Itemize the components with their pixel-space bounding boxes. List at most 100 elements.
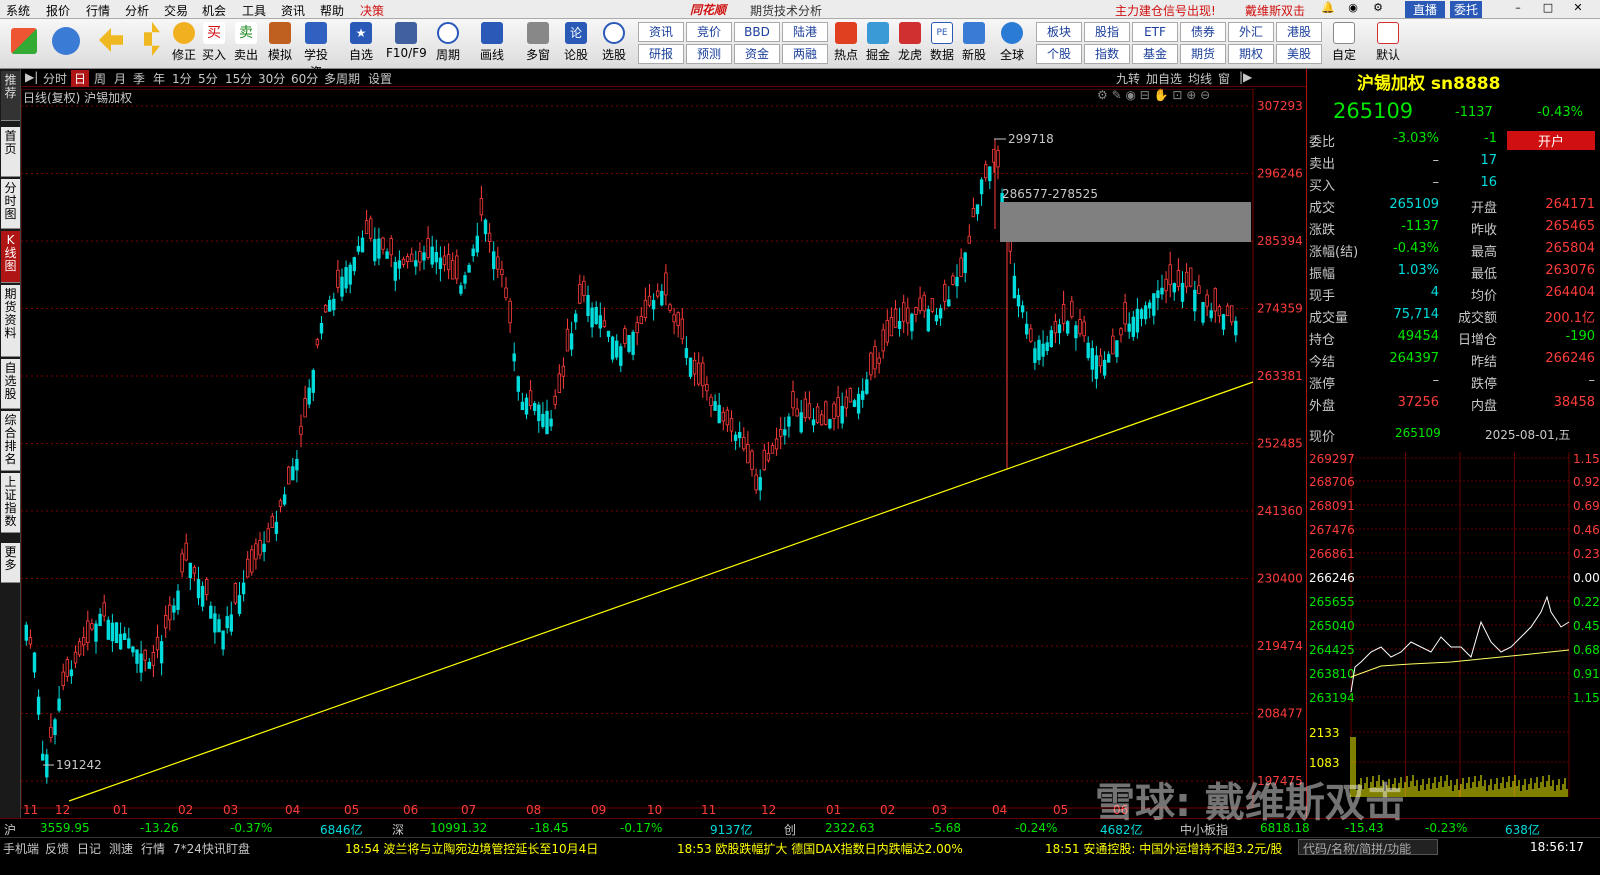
btn-etf[interactable]: ETF: [1132, 22, 1178, 42]
menu-help[interactable]: 帮助: [320, 2, 344, 19]
btn-futures[interactable]: 期货: [1180, 44, 1226, 64]
back-icon[interactable]: [95, 22, 127, 54]
nav-watchlist[interactable]: 自选股: [1, 359, 20, 409]
tool-multiwindow[interactable]: 多窗: [522, 22, 554, 63]
nav-intraday[interactable]: 分时图: [1, 179, 20, 229]
live-button[interactable]: 直播: [1405, 1, 1446, 18]
tool-f10[interactable]: F10/F9: [386, 22, 427, 60]
nav-home[interactable]: 首页: [1, 127, 20, 177]
menu-trade[interactable]: 交易: [164, 2, 188, 19]
period-day[interactable]: 日: [71, 70, 90, 87]
status-market[interactable]: 行情: [141, 840, 165, 857]
layout-icon[interactable]: [8, 22, 40, 56]
menu-quote[interactable]: 报价: [46, 2, 70, 19]
menu-market[interactable]: 行情: [86, 2, 110, 19]
btn-fund[interactable]: 基金: [1132, 44, 1178, 64]
btn-forecast[interactable]: 预测: [686, 44, 732, 64]
period-15min[interactable]: 15分: [225, 70, 252, 87]
alert-link[interactable]: 主力建仓信号出现!: [1115, 2, 1216, 19]
period-week[interactable]: 周: [94, 70, 106, 87]
nav-kline[interactable]: K线图: [1, 231, 20, 283]
period-multi[interactable]: 多周期: [324, 70, 360, 87]
tool-sell[interactable]: 卖卖出: [230, 22, 262, 63]
tool-draw[interactable]: 画线: [476, 22, 508, 63]
play-icon[interactable]: ▶|: [25, 70, 38, 84]
period-60min[interactable]: 60分: [291, 70, 318, 87]
period-season[interactable]: 季: [133, 70, 145, 87]
btn-bond[interactable]: 债券: [1180, 22, 1226, 42]
tool-data[interactable]: PE 数据: [926, 22, 958, 63]
btn-index[interactable]: 指数: [1084, 44, 1130, 64]
btn-hk-connect[interactable]: 陆港: [782, 22, 828, 42]
tool-global[interactable]: 全球: [996, 22, 1028, 63]
window-toggle[interactable]: 窗: [1218, 70, 1230, 87]
tool-hot[interactable]: 热点: [830, 22, 862, 63]
settings-icon[interactable]: ⚙: [1370, 1, 1386, 17]
period-5min[interactable]: 5分: [198, 70, 218, 87]
status-watch[interactable]: 盯盘: [226, 840, 250, 857]
period-settings[interactable]: 设置: [368, 70, 392, 87]
status-mobile[interactable]: 手机端: [3, 840, 39, 857]
minimize-icon[interactable]: –: [1510, 1, 1526, 17]
status-speed[interactable]: 测速: [109, 840, 133, 857]
tool-gold[interactable]: 掘金: [862, 22, 894, 63]
tool-pick[interactable]: 选股: [598, 22, 630, 63]
menu-system[interactable]: 系统: [6, 2, 30, 19]
menu-decision[interactable]: 决策: [360, 2, 384, 19]
tool-discuss[interactable]: 论论股: [560, 22, 592, 63]
menu-tools[interactable]: 工具: [242, 2, 266, 19]
search-input[interactable]: 代码/名称/简拼/功能: [1298, 839, 1438, 856]
btn-margin[interactable]: 两融: [782, 44, 828, 64]
news-item-2[interactable]: 18:53 欧股跌幅扩大 德国DAX指数日内跌幅达2.00%: [677, 840, 963, 857]
tool-custom[interactable]: 自定: [1328, 22, 1360, 63]
order-button[interactable]: 委托: [1450, 1, 1483, 18]
btn-news[interactable]: 资讯: [638, 22, 684, 42]
status-flash[interactable]: 7*24快讯: [173, 840, 226, 857]
period-1min[interactable]: 1分: [172, 70, 192, 87]
btn-forex[interactable]: 外汇: [1228, 22, 1274, 42]
btn-index-futures[interactable]: 股指: [1084, 22, 1130, 42]
btn-stock[interactable]: 个股: [1036, 44, 1082, 64]
kline-chart[interactable]: 307293 296246 285394 274359 263381 252485 2413…: [21, 89, 1306, 818]
tool-watchlist[interactable]: ★ 自选: [345, 22, 377, 63]
robot-icon[interactable]: [50, 22, 82, 57]
nav-more[interactable]: 更多: [1, 543, 20, 583]
nav-futures-info[interactable]: 期货资料: [1, 285, 20, 357]
tool-simulate[interactable]: 模拟: [264, 22, 296, 63]
btn-us-stock[interactable]: 美股: [1276, 44, 1322, 64]
news-item-3[interactable]: 18:51 安通控股: 中国外运增持不超3.2元/股: [1045, 840, 1282, 857]
btn-options[interactable]: 期权: [1228, 44, 1274, 64]
tool-fix[interactable]: 修正: [168, 22, 200, 63]
btn-bbd[interactable]: BBD: [734, 22, 780, 42]
period-month[interactable]: 月: [114, 70, 126, 87]
btn-capital[interactable]: 资金: [734, 44, 780, 64]
maximize-icon[interactable]: □: [1540, 1, 1556, 17]
tool-period[interactable]: 周期: [432, 22, 464, 63]
period-year[interactable]: 年: [153, 70, 165, 87]
status-feedback[interactable]: 反馈: [45, 840, 69, 857]
tool-dragon[interactable]: 龙虎: [894, 22, 926, 63]
forward-icon[interactable]: |▶: [1239, 70, 1252, 84]
tool-default[interactable]: 默认: [1372, 22, 1404, 63]
period-30min[interactable]: 30分: [258, 70, 285, 87]
menu-news[interactable]: 资讯: [281, 2, 305, 19]
btn-research[interactable]: 研报: [638, 44, 684, 64]
tool-buy[interactable]: 买买入: [198, 22, 230, 63]
tool-ipo[interactable]: 新股: [958, 22, 990, 63]
btn-sector[interactable]: 板块: [1036, 22, 1082, 42]
nav-recommend[interactable]: 推荐: [1, 71, 20, 121]
news-item-1[interactable]: 18:54 波兰将与立陶宛边境管控延长至10月4日: [345, 840, 598, 857]
indicator-ma[interactable]: 均线: [1188, 70, 1212, 87]
intraday-chart[interactable]: 269297 268706 268091 267476 266861 266246 2656…: [1307, 452, 1600, 812]
btn-auction[interactable]: 竞价: [686, 22, 732, 42]
nav-sh-index[interactable]: 上证指数: [1, 473, 20, 533]
nav-ranking[interactable]: 综合排名: [1, 411, 20, 471]
indicator-nine[interactable]: 九转: [1116, 70, 1140, 87]
account-icon[interactable]: ◉: [1345, 1, 1361, 17]
menu-analysis[interactable]: 分析: [125, 2, 149, 19]
quote-value[interactable]: 开户: [1507, 131, 1595, 150]
close-icon[interactable]: ✕: [1570, 1, 1586, 17]
bell-icon[interactable]: 🔔: [1320, 1, 1336, 17]
btn-hk-stock[interactable]: 港股: [1276, 22, 1322, 42]
period-intraday[interactable]: 分时: [43, 70, 67, 87]
